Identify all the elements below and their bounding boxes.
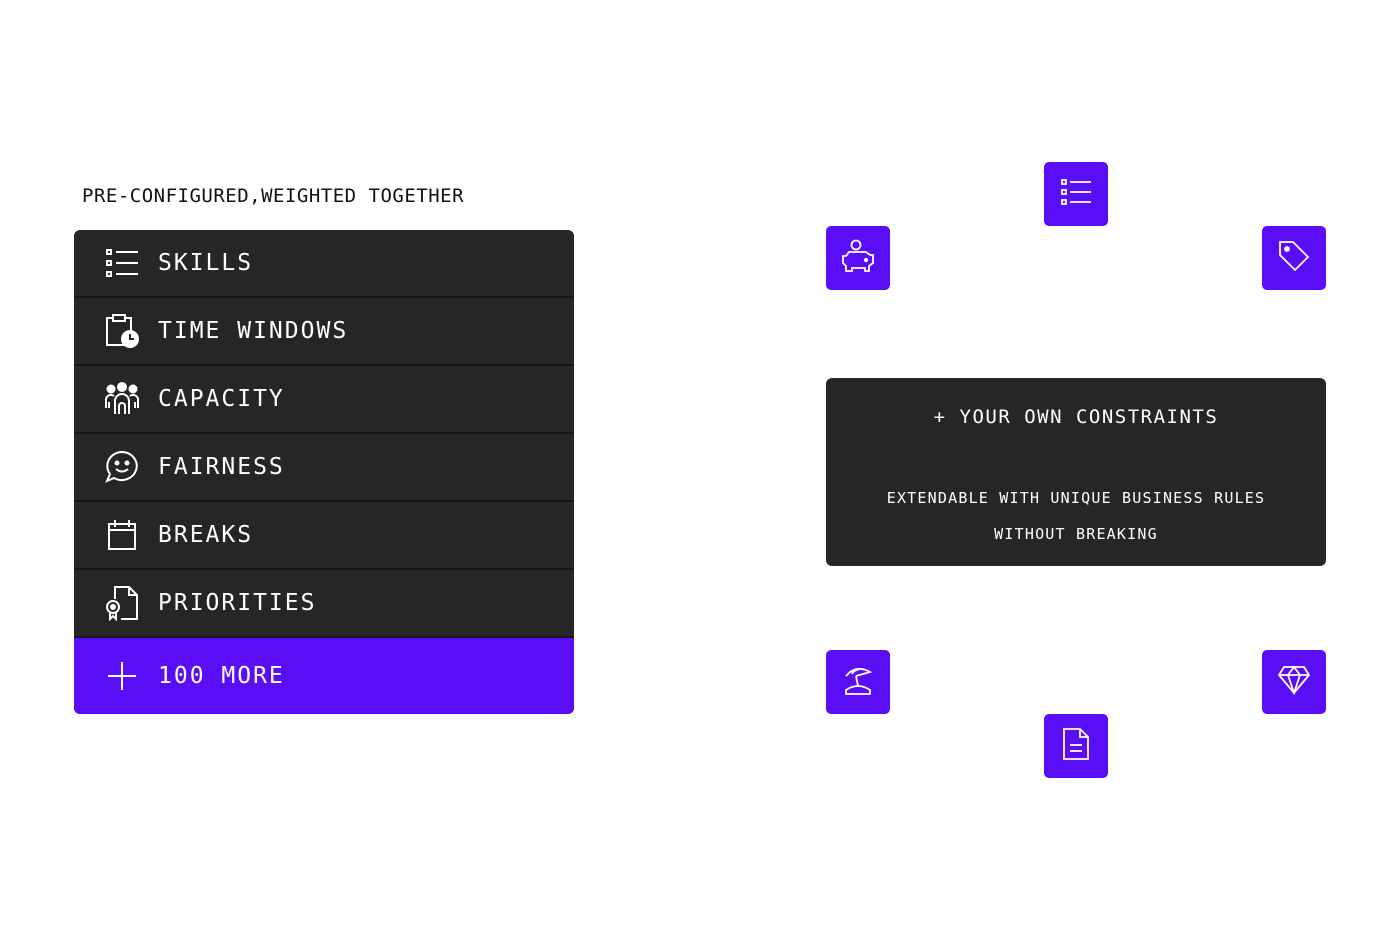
- tile-diamond[interactable]: [1262, 650, 1326, 714]
- tile-list[interactable]: [1044, 162, 1108, 226]
- list-icon: [104, 245, 140, 281]
- document-icon: [1062, 727, 1090, 765]
- people-group-icon: [104, 381, 140, 417]
- diamond-icon: [1277, 665, 1311, 699]
- card-description-line: WITHOUT BREAKING: [994, 525, 1158, 543]
- beach-umbrella-icon: [842, 664, 874, 700]
- constraint-item-priorities[interactable]: PRIORITIES: [74, 570, 574, 638]
- piggy-bank-icon: [840, 239, 876, 277]
- list-icon: [1060, 178, 1092, 210]
- section-heading: PRE-CONFIGURED,WEIGHTED TOGETHER: [82, 185, 465, 207]
- constraint-item-breaks[interactable]: BREAKS: [74, 502, 574, 570]
- tag-icon: [1278, 240, 1310, 276]
- tile-beach-umbrella[interactable]: [826, 650, 890, 714]
- more-label: 100 MORE: [158, 663, 285, 689]
- constraint-item-fairness[interactable]: FAIRNESS: [74, 434, 574, 502]
- card-title: + YOUR OWN CONSTRAINTS: [933, 406, 1219, 428]
- document-badge-icon: [104, 585, 140, 621]
- constraint-label: PRIORITIES: [158, 590, 317, 616]
- smile-chat-icon: [104, 449, 140, 485]
- constraint-label: TIME WINDOWS: [158, 318, 349, 344]
- constraint-label: BREAKS: [158, 522, 254, 548]
- constraints-panel: SKILLS TIME WINDOWS CAPACITY FAIRNESS BR…: [74, 230, 574, 714]
- page: PRE-CONFIGURED,WEIGHTED TOGETHER SKILLS: [0, 0, 1400, 944]
- constraint-label: FAIRNESS: [158, 454, 285, 480]
- calendar-icon: [104, 517, 140, 553]
- tile-piggy-bank[interactable]: [826, 226, 890, 290]
- card-description-line: EXTENDABLE WITH UNIQUE BUSINESS RULES: [886, 489, 1266, 507]
- tile-document[interactable]: [1044, 714, 1108, 778]
- more-constraints-button[interactable]: 100 MORE: [74, 638, 574, 714]
- constraint-label: SKILLS: [158, 250, 254, 276]
- clipboard-clock-icon: [104, 313, 140, 349]
- custom-constraints-card: + YOUR OWN CONSTRAINTS EXTENDABLE WITH U…: [826, 378, 1326, 566]
- constraint-item-capacity[interactable]: CAPACITY: [74, 366, 574, 434]
- plus-icon: [104, 658, 140, 694]
- tile-tag[interactable]: [1262, 226, 1326, 290]
- constraint-item-skills[interactable]: SKILLS: [74, 230, 574, 298]
- more-background: [74, 638, 574, 714]
- constraint-label: CAPACITY: [158, 386, 285, 412]
- card-description: EXTENDABLE WITH UNIQUE BUSINESS RULES WI…: [826, 480, 1326, 552]
- constraint-item-time-windows[interactable]: TIME WINDOWS: [74, 298, 574, 366]
